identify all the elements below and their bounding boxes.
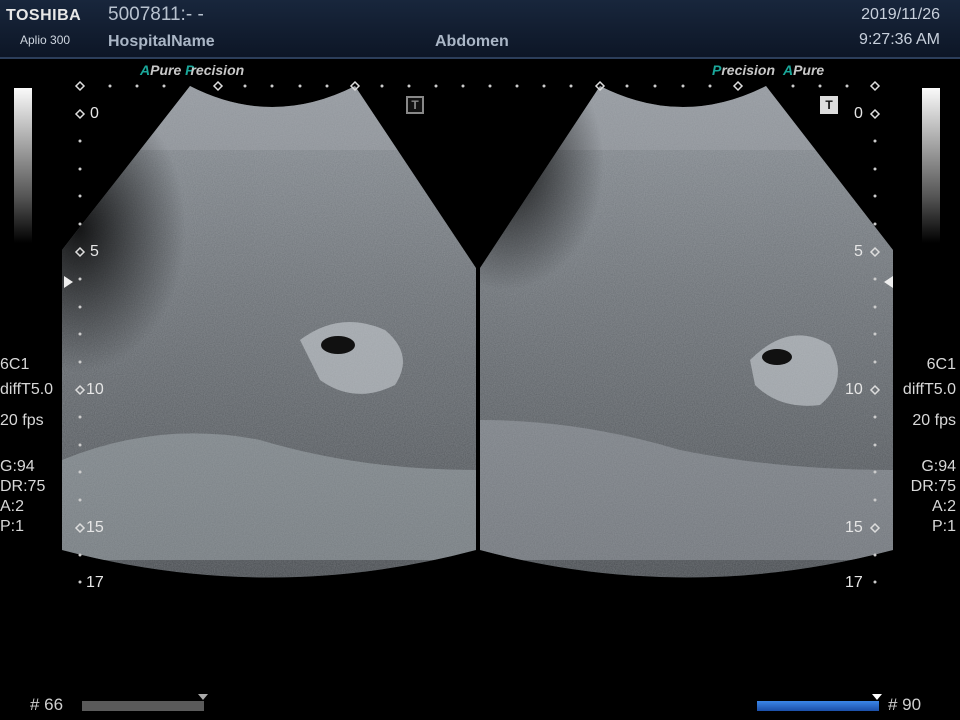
ultrasound-view: [62, 80, 893, 584]
dr-label-right: DR:75: [910, 478, 956, 495]
right-logo: Precision APure: [712, 62, 825, 78]
left-cine-fill: [82, 701, 204, 711]
p-label-right: P:1: [931, 518, 956, 535]
left-cine-slider[interactable]: [82, 701, 204, 711]
depth-label-15-right: 15: [845, 519, 863, 536]
depth-label-17-left: 17: [86, 574, 104, 591]
mode-label-left: diffT5.0: [0, 381, 54, 398]
left-grayscale-bar: [14, 88, 32, 243]
depth-label-10-left: 10: [86, 381, 104, 398]
right-cine-fill: [757, 701, 879, 711]
depth-label-5-left: 5: [90, 243, 99, 260]
right-cine-handle[interactable]: [872, 694, 882, 700]
left-logo: APure Precision: [140, 62, 245, 78]
fps-label-left: 20 fps: [0, 412, 44, 429]
gain-label-right: G:94: [921, 458, 956, 475]
a-label-right: A:2: [931, 498, 956, 515]
left-t-icon[interactable]: T: [406, 96, 424, 114]
left-cine-handle[interactable]: [198, 694, 208, 700]
probe-label-right: 6C1: [926, 356, 956, 373]
right-ultrasound-image: [480, 86, 893, 578]
top-scale-markers: [108, 84, 849, 88]
right-grayscale-bar: [922, 88, 940, 243]
depth-label-10-right: 10: [845, 381, 863, 398]
right-frame-number: # 90: [888, 695, 922, 714]
depth-label-15-left: 15: [86, 519, 104, 536]
a-label-left: A:2: [0, 498, 25, 515]
p-label-left: P:1: [0, 518, 25, 535]
depth-label-0-left: 0: [90, 105, 99, 122]
fps-label-right: 20 fps: [912, 412, 956, 429]
depth-label-17-right: 17: [845, 574, 863, 591]
right-t-icon[interactable]: T: [820, 96, 838, 114]
probe-label-left: 6C1: [0, 356, 30, 373]
depth-label-0-right: 0: [854, 105, 863, 122]
dr-label-left: DR:75: [0, 478, 46, 495]
depth-label-5-right: 5: [854, 243, 863, 260]
gain-label-left: G:94: [0, 458, 35, 475]
mode-label-right: diffT5.0: [902, 381, 956, 398]
right-cine-slider[interactable]: [757, 701, 879, 711]
left-frame-number: # 66: [30, 695, 64, 714]
